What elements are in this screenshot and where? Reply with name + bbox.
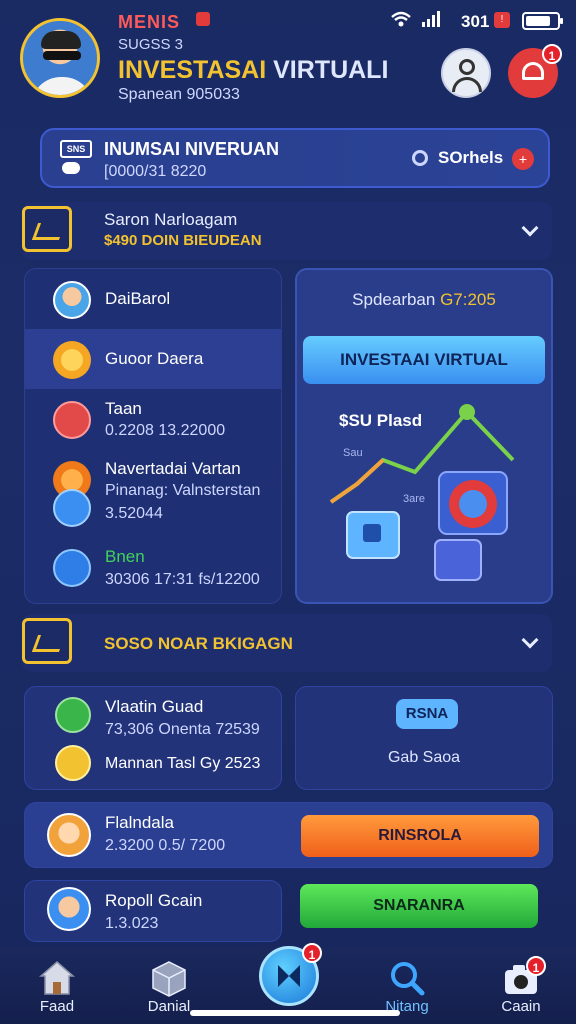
section1-title: Saron Narloagam (104, 210, 238, 229)
card-sub: 1.3.023 (105, 915, 159, 932)
signal-icon (422, 11, 440, 27)
bell-icon (522, 62, 544, 80)
card-sub: Mannan Tasl Gy 2523 (105, 755, 261, 772)
list-item[interactable]: Navertadai Vartan Pinanag: Valnsterstan … (25, 449, 281, 531)
app-title-part2: VIRTUALI (273, 56, 389, 84)
money-icon (22, 618, 72, 664)
notice-title: INUMSAI NIVERUAN (104, 139, 280, 159)
battery-icon (522, 12, 563, 30)
gear-icon[interactable] (412, 150, 428, 166)
user-row[interactable]: Ropoll Gcain 1.3.023 (24, 880, 282, 942)
card-title: Ropoll Gcain (105, 891, 203, 910)
nav-item-box[interactable]: Danial (124, 948, 214, 1015)
section1-subtitle: $490 DOIN BIEUDEAN (104, 232, 262, 249)
list-item-sub: 0.2208 13.22000 (105, 422, 226, 439)
user-icon (459, 59, 475, 75)
chevron-down-icon[interactable] (521, 219, 539, 237)
brand-tag-icon (196, 12, 210, 26)
notice-bar[interactable]: SNS INUMSAI NIVERUAN [0000/31 8220 SOrhe… (40, 128, 550, 188)
action-row[interactable]: Flalndala 2.3200 0.5/ 7200 RINSROLA (24, 802, 553, 868)
profile-button[interactable] (441, 48, 491, 98)
list-item[interactable]: Guoor Daera (25, 329, 281, 389)
status-alert-icon: ! (494, 12, 510, 28)
check-icon (55, 745, 91, 781)
status-icons (390, 10, 440, 28)
card-title: Vlaatin Guad (105, 697, 204, 716)
list-item[interactable]: Bnen 30306 17:31 fs/12200 (25, 531, 281, 603)
avatar-icon (47, 887, 91, 931)
wallet-icon (53, 401, 91, 439)
orange-action-button[interactable]: RINSROLA (301, 815, 539, 857)
list-item-title: DaiBarol (105, 289, 171, 308)
check-shield-icon (53, 489, 91, 527)
center-action-button[interactable]: 1 (259, 943, 322, 1006)
list-item-title: Bnen (105, 547, 145, 566)
coin-icon (53, 341, 91, 379)
nav-item-home[interactable]: Faad (12, 948, 102, 1015)
promo-card: Spdearban G7:205 INVESTAAI VIRTUAL $SU P… (295, 268, 553, 604)
card-sub: Gab Saoa (387, 749, 461, 766)
green-action-button[interactable]: SNARANRA (300, 884, 538, 928)
wifi-icon (391, 11, 411, 27)
filter-label[interactable]: SOrhels (438, 148, 503, 168)
list-item[interactable]: Taan 0.2208 13.22000 (25, 389, 281, 449)
brand-label: MENIS (118, 12, 181, 32)
invest-button[interactable]: INVESTAAI VIRTUAL (303, 336, 545, 384)
avatar-icon (47, 813, 91, 857)
home-indicator[interactable] (190, 1010, 400, 1016)
info-card[interactable]: RSNA Gab Saoa (295, 686, 553, 790)
search-icon (391, 962, 425, 996)
app-title: INVESTASAI VIRTUALI (118, 56, 388, 85)
list-item-sub: Pinanag: Valnsterstan (105, 482, 261, 499)
promo-head: Spdearban G7:205 (352, 290, 496, 309)
list-item-title: Taan (105, 399, 142, 418)
notification-button[interactable]: 1 (508, 44, 562, 98)
section2-title: SOSO NOAR BKIGAGN (104, 634, 293, 653)
card-sub: 73,306 Onenta 72539 (105, 721, 260, 738)
nav-label: Faad (39, 998, 75, 1015)
growth-chart-illustration: $SU Plasd Sau 3are (329, 404, 515, 581)
svg-text:$SU Plasd: $SU Plasd (339, 411, 422, 430)
card-sub: 2.3200 0.5/ 7200 (105, 837, 226, 854)
box-icon (152, 961, 186, 997)
app-title-part1: INVESTASAI (118, 56, 267, 84)
notification-badge: 1 (542, 44, 562, 64)
nav-item-camera[interactable]: 1 Caain (476, 948, 566, 1015)
stats-card[interactable]: Vlaatin Guad 73,306 Onenta 72539 Mannan … (24, 686, 282, 790)
center-badge: 1 (302, 943, 322, 963)
section-header-2[interactable]: SOSO NOAR BKIGAGN (22, 614, 552, 672)
shield-icon (53, 549, 91, 587)
rocket-icon (55, 697, 91, 733)
chart-icon (22, 206, 72, 252)
header-subline: SUGSS 3 (118, 36, 184, 53)
list-item[interactable]: DaiBarol (25, 269, 281, 329)
chevron-down-icon[interactable] (521, 631, 539, 649)
camera-badge: 1 (526, 956, 546, 976)
rsna-badge[interactable]: RSNA (396, 699, 458, 729)
header-tagline: Spanean 905033 (118, 86, 240, 103)
home-icon (39, 961, 75, 995)
avatar-icon (53, 281, 91, 319)
card-title: Flalndala (105, 813, 174, 832)
nav-item-search[interactable]: Nitang (362, 948, 452, 1015)
status-time: 301 (461, 12, 490, 31)
notice-subtitle: [0000/31 8220 (104, 163, 207, 180)
list-item-sub: 30306 17:31 fs/12200 (105, 571, 260, 588)
svg-text:3are: 3are (403, 493, 425, 505)
add-icon[interactable]: + (512, 148, 534, 170)
user-avatar[interactable] (20, 18, 100, 98)
list-card: DaiBarol Guoor Daera Taan 0.2208 13.2200… (24, 268, 282, 604)
list-item-title: Guoor Daera (105, 349, 204, 368)
list-item-sub2: 3.52044 (105, 505, 163, 522)
section-header-1[interactable]: Saron Narloagam $490 DOIN BIEUDEAN (22, 202, 552, 260)
list-item-title: Navertadai Vartan (105, 459, 241, 478)
message-icon: SNS (60, 140, 94, 176)
nav-label: Caain (501, 998, 541, 1015)
svg-text:Sau: Sau (343, 447, 363, 459)
